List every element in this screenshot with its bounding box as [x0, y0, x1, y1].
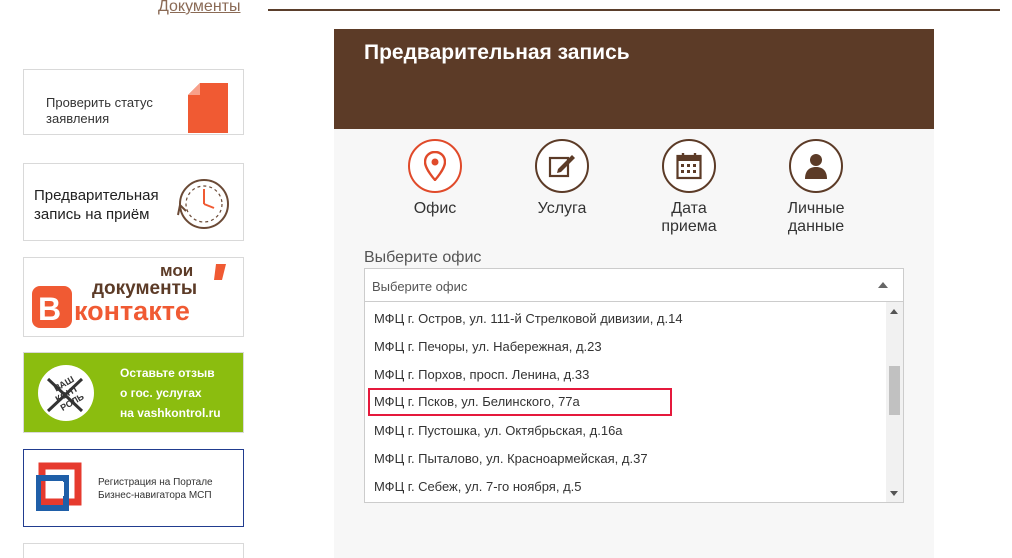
- office-option[interactable]: МФЦ г. Порхов, просп. Ленина, д.33: [365, 361, 885, 389]
- business-navigator-banner[interactable]: Регистрация на Портале Бизнес-навигатора…: [23, 449, 244, 527]
- dropdown-scrollbar[interactable]: [886, 302, 903, 502]
- step-service-label: Услуга: [537, 200, 587, 217]
- pencil-edit-icon: [535, 139, 589, 193]
- documents-link[interactable]: Документы: [158, 0, 240, 16]
- appointment-label: Предварительная запись на приём: [34, 187, 159, 223]
- office-option[interactable]: МФЦ г. Себеж, ул. 7-го ноября, д.5: [365, 473, 885, 501]
- step-service[interactable]: Услуга: [507, 139, 617, 218]
- step-date-label: Дата приема: [661, 200, 717, 235]
- sidebar-card-partial[interactable]: [23, 543, 244, 558]
- step-personal-label: Личные данные: [787, 200, 845, 235]
- check-status-card[interactable]: Проверить статус заявления: [23, 69, 244, 135]
- vk-my-documents-banner[interactable]: мои документы В контакте: [23, 257, 244, 337]
- office-option[interactable]: МФЦ г. Пустошка, ул. Октябрьская, д.16а: [365, 417, 885, 445]
- office-option-highlighted[interactable]: МФЦ г. Псков, ул. Белинского, 77а: [368, 388, 672, 416]
- office-search-input[interactable]: [372, 276, 852, 296]
- person-icon: [789, 139, 843, 193]
- step-office-label: Офис: [413, 200, 457, 217]
- document-icon: [188, 83, 228, 138]
- office-option[interactable]: МФЦ г. Печоры, ул. Набережная, д.23: [365, 333, 885, 361]
- step-office[interactable]: Офис: [380, 139, 490, 218]
- calendar-icon: [662, 139, 716, 193]
- page: Документы Проверить статус заявления Пре…: [0, 0, 1012, 558]
- top-divider: [268, 9, 1000, 11]
- office-option[interactable]: МФЦ г. Пыталово, ул. Красноармейская, д.…: [365, 445, 885, 473]
- business-line2: Бизнес-навигатора МСП: [98, 490, 212, 501]
- office-option[interactable]: МФЦ г. Остров, ул. 111-й Стрелковой диви…: [365, 305, 885, 333]
- office-select[interactable]: [364, 268, 904, 302]
- vashkontrol-logo: ВАШ КОНТ РОЛЬ: [38, 365, 94, 421]
- scroll-down-icon[interactable]: [890, 491, 898, 496]
- appointment-panel: Предварительная запись Офис Услуга Дата …: [334, 29, 934, 558]
- panel-header: Предварительная запись: [334, 29, 934, 129]
- feedback-line1: Оставьте отзыв: [120, 366, 215, 380]
- step-personal[interactable]: Личные данные: [761, 139, 871, 236]
- feedback-line2: о гос. услугах: [120, 386, 202, 400]
- feedback-text: Оставьте отзыв о гос. услугах на vashkon…: [120, 363, 221, 423]
- check-status-label: Проверить статус заявления: [46, 95, 153, 126]
- chevron-up-icon[interactable]: [878, 282, 888, 288]
- clock-icon: [172, 175, 232, 238]
- location-pin-icon: [408, 139, 462, 193]
- step-date[interactable]: Дата приема: [634, 139, 744, 236]
- vk-banner-line3: контакте: [74, 296, 190, 326]
- business-line1: Регистрация на Портале: [98, 477, 213, 488]
- vk-banner-art: мои документы В контакте: [24, 258, 243, 336]
- business-text: Регистрация на Портале Бизнес-навигатора…: [98, 476, 213, 502]
- msp-logo-icon: [36, 462, 82, 511]
- vashkontrol-feedback-banner[interactable]: ВАШ КОНТ РОЛЬ Оставьте отзыв о гос. услу…: [23, 352, 244, 433]
- feedback-line3: на vashkontrol.ru: [120, 406, 221, 420]
- scroll-up-icon[interactable]: [890, 309, 898, 314]
- wizard-steps: Офис Услуга Дата приема Личные данные: [334, 139, 934, 239]
- page-title: Предварительная запись: [364, 41, 630, 64]
- appointment-card[interactable]: Предварительная запись на приём: [23, 163, 244, 241]
- scrollbar-thumb[interactable]: [889, 366, 900, 415]
- vk-banner-letter: В: [38, 291, 61, 327]
- office-dropdown-list: МФЦ г. Остров, ул. 111-й Стрелковой диви…: [364, 302, 904, 503]
- office-field-label: Выберите офис: [364, 249, 482, 266]
